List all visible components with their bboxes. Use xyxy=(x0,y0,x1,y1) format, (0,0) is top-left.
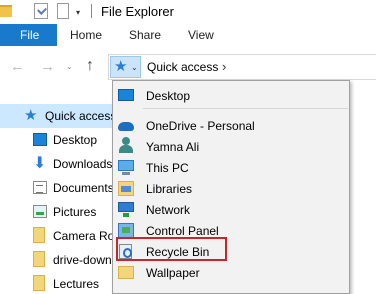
menu-item-label: This PC xyxy=(146,161,189,175)
menu-item-libraries[interactable]: Libraries xyxy=(113,178,349,199)
navigation-pane: ★ Quick access Desktop ⬇ Downloads Docum… xyxy=(0,104,134,294)
nav-item-downloads[interactable]: ⬇ Downloads xyxy=(0,152,120,176)
nav-item-drive-download[interactable]: drive-download xyxy=(0,248,134,272)
menu-item-label: OneDrive - Personal xyxy=(146,119,255,133)
location-dropdown-menu: Desktop OneDrive - Personal Yamna Ali Th… xyxy=(112,80,350,294)
menu-item-network[interactable]: Network xyxy=(113,199,349,220)
up-arrow-icon[interactable]: ↑ xyxy=(86,57,94,75)
nav-item-documents[interactable]: Documents xyxy=(0,176,120,200)
customize-toolbar-chevron-down-icon[interactable]: ▾ xyxy=(76,8,80,17)
navigation-bar: ← → ⌄ ↑ ★ ⌄ Quick access › xyxy=(0,50,376,84)
tab-view[interactable]: View xyxy=(188,28,214,42)
menu-item-wallpaper[interactable]: Wallpaper xyxy=(113,262,349,283)
menu-item-label: Control Panel xyxy=(146,224,219,238)
quick-access-star-icon: ★ xyxy=(114,58,128,75)
nav-item-pictures[interactable]: Pictures xyxy=(0,200,120,224)
this-pc-icon xyxy=(118,160,134,175)
documents-icon xyxy=(33,181,47,194)
location-icon-button[interactable]: ★ ⌄ xyxy=(110,56,141,78)
nav-item-label: Downloads xyxy=(53,157,113,171)
libraries-icon xyxy=(118,181,134,196)
breadcrumb-quick-access[interactable]: Quick access xyxy=(147,60,218,74)
tab-share[interactable]: Share xyxy=(129,28,161,42)
menu-item-label: Network xyxy=(146,203,191,217)
menu-divider xyxy=(143,108,348,109)
recent-locations-chevron-icon[interactable]: ⌄ xyxy=(66,62,73,71)
new-folder-icon[interactable] xyxy=(57,3,69,19)
pictures-icon xyxy=(33,205,47,218)
menu-item-onedrive[interactable]: OneDrive - Personal xyxy=(113,115,349,136)
network-icon xyxy=(118,202,134,217)
nav-item-lectures[interactable]: Lectures xyxy=(0,272,120,294)
quick-access-star-icon: ★ xyxy=(24,107,38,124)
menu-item-desktop[interactable]: Desktop xyxy=(113,85,349,106)
breadcrumb-separator-chevron-icon[interactable]: › xyxy=(222,59,226,74)
highlight-box xyxy=(116,237,227,261)
menu-item-label: Libraries xyxy=(146,182,193,196)
nav-item-desktop[interactable]: Desktop xyxy=(0,128,120,152)
nav-item-label: Lectures xyxy=(53,277,100,291)
nav-item-quick-access[interactable]: ★ Quick access xyxy=(0,104,120,128)
address-bar[interactable]: ★ ⌄ Quick access › xyxy=(108,54,376,80)
user-icon xyxy=(118,137,134,153)
properties-check-icon[interactable] xyxy=(34,3,48,19)
title-divider xyxy=(91,4,92,18)
downloads-icon: ⬇ xyxy=(33,155,47,172)
control-panel-icon xyxy=(118,223,134,238)
onedrive-cloud-icon xyxy=(118,122,134,131)
tab-file[interactable]: File xyxy=(0,24,57,46)
nav-item-camera-roll[interactable]: Camera Roll xyxy=(0,224,120,248)
window-title: File Explorer xyxy=(101,4,174,19)
menu-item-this-pc[interactable]: This PC xyxy=(113,157,349,178)
nav-item-label: Pictures xyxy=(53,205,97,219)
folder-icon xyxy=(118,266,134,279)
menu-item-label: Yamna Ali xyxy=(146,140,200,154)
desktop-icon xyxy=(118,89,134,101)
tab-home[interactable]: Home xyxy=(70,28,102,42)
menu-item-label: Wallpaper xyxy=(146,266,200,280)
menu-item-user[interactable]: Yamna Ali xyxy=(113,136,349,157)
nav-item-label: Documents xyxy=(53,181,114,195)
folder-icon xyxy=(33,227,45,243)
chevron-down-icon: ⌄ xyxy=(131,63,138,72)
menu-item-label: Desktop xyxy=(146,89,191,103)
forward-arrow-icon[interactable]: → xyxy=(40,58,55,75)
nav-item-label: Desktop xyxy=(53,133,98,147)
back-arrow-icon[interactable]: ← xyxy=(10,58,25,75)
folder-icon xyxy=(33,275,45,291)
nav-item-label: Quick access xyxy=(45,109,117,123)
nav-item-label: Camera Roll xyxy=(53,229,120,243)
ribbon-tabs: File Home Share View xyxy=(0,24,376,46)
folder-icon xyxy=(0,5,12,17)
title-bar: ▾ File Explorer xyxy=(0,0,376,24)
folder-icon xyxy=(33,251,45,267)
desktop-icon xyxy=(33,133,47,146)
